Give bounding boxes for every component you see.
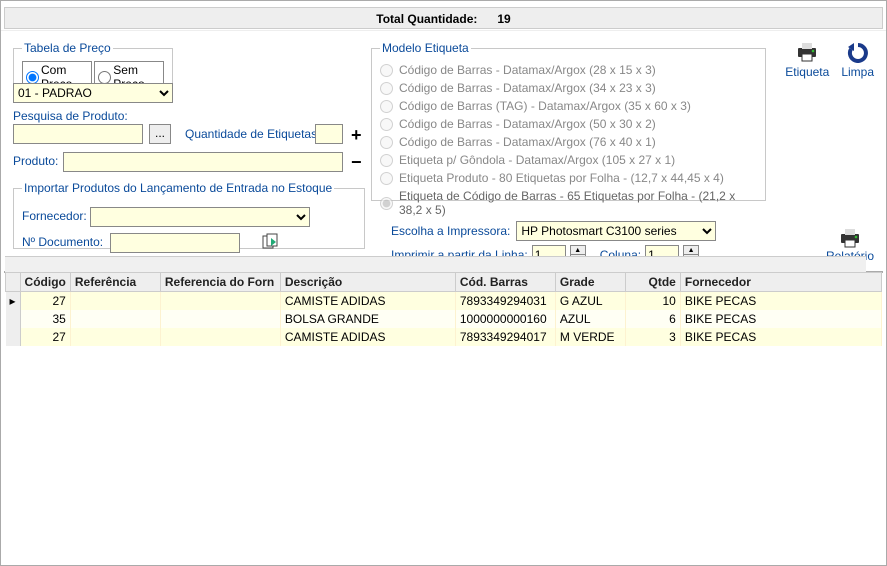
model-option[interactable]: Código de Barras - Datamax/Argox (34 x 2… (380, 81, 757, 95)
undo-icon (846, 41, 870, 63)
grid-header-cell[interactable]: Código (20, 273, 70, 292)
grid-header-cell[interactable]: Fornecedor (680, 273, 881, 292)
produto-input[interactable] (63, 152, 343, 172)
price-table-legend: Tabela de Preço (22, 41, 113, 55)
model-option[interactable]: Código de Barras - Datamax/Argox (76 x 4… (380, 135, 757, 149)
model-option[interactable]: Código de Barras - Datamax/Argox (28 x 1… (380, 63, 757, 77)
grid-header-cell[interactable]: Qtde (625, 273, 680, 292)
documento-input[interactable] (110, 233, 240, 253)
grid-header-row: CódigoReferênciaReferencia do FornDescri… (6, 273, 882, 292)
model-option[interactable]: Etiqueta p/ Gôndola - Datamax/Argox (105… (380, 153, 757, 167)
fornecedor-label: Fornecedor: (22, 209, 87, 223)
footer-label: Total Quantidade: (376, 12, 477, 26)
model-option[interactable]: Etiqueta de Código de Barras - 65 Etique… (380, 189, 757, 217)
model-legend: Modelo Etiqueta (380, 41, 471, 55)
import-doc-icon[interactable] (262, 233, 280, 254)
qty-label: Quantidade de Etiquetas: (185, 127, 320, 141)
limpa-button[interactable]: Limpa (841, 41, 874, 79)
footer-value: 19 (497, 12, 510, 26)
produto-label: Produto: (13, 154, 58, 168)
printer-label: Escolha a Impressora: (391, 224, 510, 238)
grid-header-cell[interactable]: Referencia do Forn (160, 273, 280, 292)
table-row[interactable]: 35BOLSA GRANDE1000000000160AZUL6BIKE PEC… (6, 310, 882, 328)
grid-header-cell[interactable]: Descrição (280, 273, 455, 292)
printer-select[interactable]: HP Photosmart C3100 series (516, 221, 716, 241)
import-fieldset: Importar Produtos do Lançamento de Entra… (13, 181, 365, 249)
table-row[interactable]: ▸27CAMISTE ADIDAS7893349294031G AZUL10BI… (6, 292, 882, 311)
table-row[interactable]: 27CAMISTE ADIDAS7893349294017M VERDE3BIK… (6, 328, 882, 346)
qty-input[interactable] (315, 124, 343, 144)
etiqueta-button[interactable]: Etiqueta (785, 41, 829, 79)
fornecedor-select[interactable] (90, 207, 310, 227)
horizontal-scrollbar[interactable] (5, 256, 866, 272)
printer-icon (795, 41, 819, 63)
search-label: Pesquisa de Produto: (13, 109, 128, 123)
plus-icon[interactable]: + (351, 125, 362, 146)
grid-header-cell[interactable] (6, 273, 21, 292)
import-legend: Importar Produtos do Lançamento de Entra… (22, 181, 334, 195)
grid-header-cell[interactable]: Cód. Barras (455, 273, 555, 292)
model-fieldset: Modelo Etiqueta Código de Barras - Datam… (371, 41, 766, 201)
documento-label: Nº Documento: (22, 235, 103, 249)
grid-header-cell[interactable]: Referência (70, 273, 160, 292)
model-option[interactable]: Etiqueta Produto - 80 Etiquetas por Folh… (380, 171, 757, 185)
product-search-input[interactable] (13, 124, 143, 144)
footer-bar: Total Quantidade: 19 (4, 7, 883, 29)
product-grid[interactable]: CódigoReferênciaReferencia do FornDescri… (4, 271, 883, 273)
model-option[interactable]: Código de Barras - Datamax/Argox (50 x 3… (380, 117, 757, 131)
model-option[interactable]: Código de Barras (TAG) - Datamax/Argox (… (380, 99, 757, 113)
price-table-select[interactable]: 01 - PADRAO (13, 83, 173, 103)
product-browse-button[interactable]: ... (149, 124, 171, 144)
grid-header-cell[interactable]: Grade (555, 273, 625, 292)
minus-icon[interactable]: − (351, 152, 362, 173)
printer-icon (838, 227, 862, 249)
